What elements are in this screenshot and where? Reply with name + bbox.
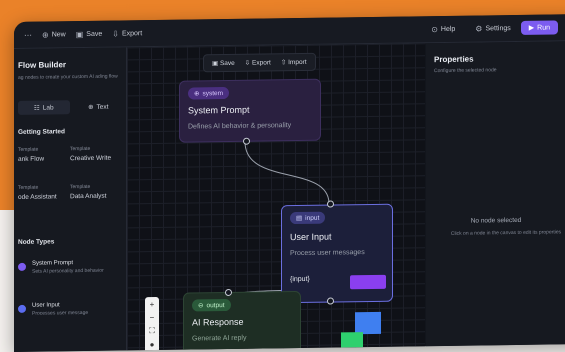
input-tag-label: input <box>305 214 320 222</box>
tab-lab[interactable]: ☷ Lab <box>18 100 70 115</box>
zoom-out-button[interactable]: − <box>150 313 155 322</box>
system-tag-label: system <box>202 89 224 97</box>
list-icon: ☷ <box>33 104 40 112</box>
input-value-block <box>350 274 386 290</box>
output-icon: ⊖ <box>198 302 204 310</box>
template-card[interactable]: Template ank Flow <box>18 146 66 173</box>
file-icon: ▤ <box>296 214 303 223</box>
template-name: ode Assistant <box>18 193 57 201</box>
lock-button[interactable]: ● <box>150 340 155 349</box>
tab-text[interactable]: ⊕ Text <box>73 99 125 114</box>
sidebar-subtitle: ag nodes to create your custom AI ading … <box>18 73 118 81</box>
fit-view-button[interactable]: ⛶ <box>149 326 155 336</box>
save-button[interactable]: ▣ Save <box>75 29 103 39</box>
template-card[interactable]: Template Creative Write <box>70 146 118 173</box>
settings-label: Settings <box>485 24 511 32</box>
output-top-handle[interactable] <box>225 288 232 297</box>
tab-lab-label: Lab <box>42 103 54 112</box>
save-label: Save <box>86 30 103 38</box>
zoom-in-button[interactable]: + <box>150 300 155 309</box>
output-node[interactable]: ⊖ output AI Response Generate AI reply <box>183 290 301 352</box>
zoom-controls: + − ⛶ ● <box>145 296 159 352</box>
minimap-input <box>355 311 381 335</box>
node-type-desc: Sets AI personality and behavior <box>32 267 104 275</box>
app-window: ⋯ ⊕ New ▣ Save ⇩ Export ⊙ Help ⚙ Settings ▶ Ru… <box>14 14 565 352</box>
input-node-value: {input} <box>290 275 310 284</box>
input-bottom-handle[interactable] <box>327 297 334 305</box>
save-icon: ▣ <box>75 29 84 39</box>
template-name: ank Flow <box>18 155 45 163</box>
sidebar-title: Flow Builder <box>18 60 66 70</box>
system-node-title: System Prompt <box>188 104 250 116</box>
new-button[interactable]: ⊕ New <box>42 30 66 39</box>
output-node-title: AI Response <box>192 316 244 328</box>
help-button[interactable]: ⊙ Help <box>431 24 456 34</box>
template-name: Data Analyst <box>70 192 107 201</box>
edge-system-input <box>244 141 330 203</box>
properties-title: Properties <box>434 54 474 65</box>
template-kind: Template <box>18 146 39 153</box>
help-label: Help <box>440 25 456 33</box>
export-button[interactable]: ⇩ Export <box>112 29 142 38</box>
new-label: New <box>51 30 66 38</box>
input-node-title: User Input <box>290 231 332 243</box>
output-node-desc: Generate AI reply <box>192 334 247 343</box>
run-button[interactable]: ▶ Run <box>520 20 558 35</box>
template-kind: Template <box>70 183 91 191</box>
sidebar-tabs: ☷ Lab ⊕ Text <box>18 99 125 115</box>
output-tag: ⊖ output <box>192 298 231 312</box>
settings-button[interactable]: ⚙ Settings <box>475 24 510 33</box>
getting-started-heading: Getting Started <box>18 128 65 136</box>
input-dot-icon <box>18 304 26 313</box>
help-icon: ⊙ <box>431 24 438 34</box>
template-kind: Template <box>18 184 39 191</box>
system-dot-icon <box>18 262 26 271</box>
menu-button[interactable]: ⋯ <box>24 30 32 39</box>
input-node-desc: Process user messages <box>290 249 365 258</box>
system-tag: ⊕ system <box>188 86 230 100</box>
node-type-name: System Prompt <box>32 260 74 267</box>
plus-circle-icon: ⊕ <box>88 103 94 111</box>
tab-text-label: Text <box>96 103 109 111</box>
properties-hint: Click on a node in the canvas to edit it… <box>450 229 562 237</box>
flow-canvas[interactable]: ▣ Save ⇩ Export ⇧ Import ⊕ system System … <box>127 43 425 352</box>
export-icon: ⇩ <box>112 29 119 39</box>
input-node[interactable]: ▤ input User Input Process user messages … <box>281 203 393 304</box>
gear-icon: ⚙ <box>475 23 483 34</box>
properties-subtitle: Configure the selected node <box>434 67 497 75</box>
node-type-input[interactable]: User Input Processes user message <box>18 301 122 324</box>
system-node-desc: Defines AI behavior & personality <box>188 122 292 131</box>
minimap-output <box>341 332 363 351</box>
input-tag: ▤ input <box>290 211 326 225</box>
system-icon: ⊕ <box>194 90 200 98</box>
run-label: Run <box>537 23 550 32</box>
left-sidebar: Flow Builder ag nodes to create your cus… <box>14 47 127 352</box>
plus-icon: ⊕ <box>42 29 49 40</box>
more-icon: ⋯ <box>24 30 32 40</box>
system-output-handle[interactable] <box>243 137 250 145</box>
properties-empty: No node selected <box>470 216 522 225</box>
input-top-handle[interactable] <box>327 200 334 208</box>
play-icon: ▶ <box>528 24 535 32</box>
node-type-system[interactable]: System Prompt Sets AI personality and be… <box>18 259 122 282</box>
node-type-desc: Processes user message <box>32 309 89 317</box>
template-card[interactable]: Template ode Assistant <box>18 184 66 211</box>
node-types-heading: Node Types <box>18 238 55 246</box>
template-name: Creative Write <box>70 154 112 163</box>
template-card[interactable]: Template Data Analyst <box>70 184 118 211</box>
node-type-name: User Input <box>32 302 60 309</box>
output-tag-label: output <box>206 301 225 309</box>
export-label: Export <box>121 29 143 37</box>
system-node[interactable]: ⊕ system System Prompt Defines AI behavio… <box>179 78 321 143</box>
template-kind: Template <box>70 145 91 153</box>
properties-panel: Properties Configure the selected node N… <box>426 41 565 347</box>
